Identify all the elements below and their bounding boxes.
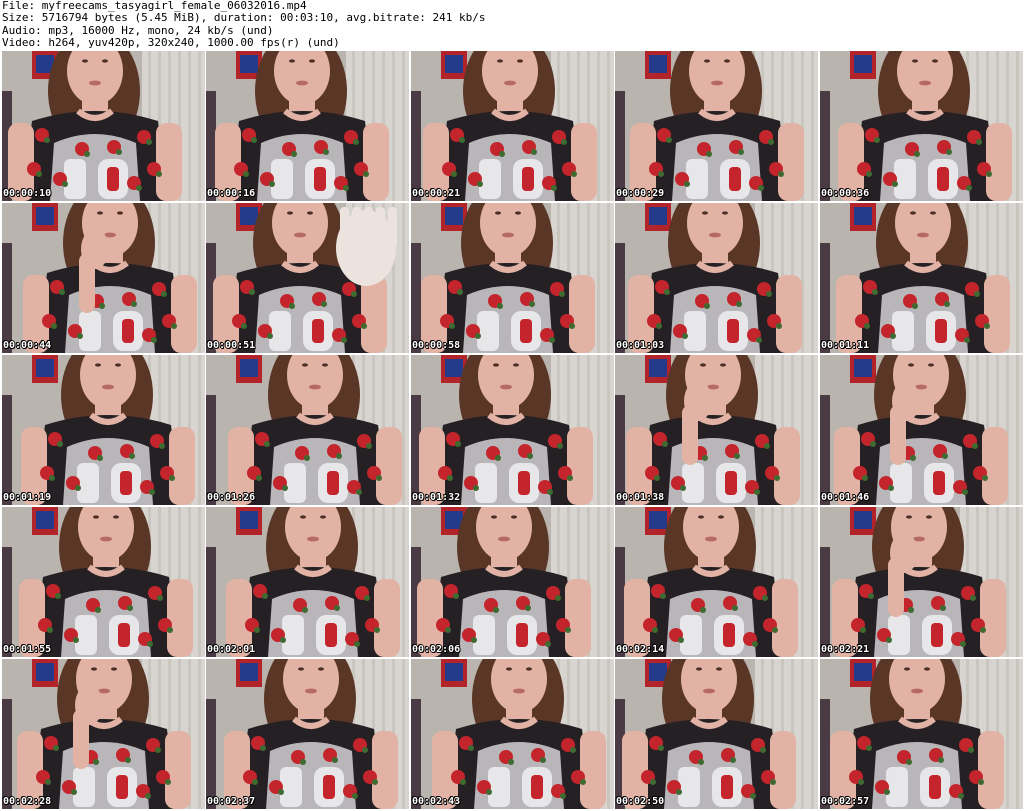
thumbnail-timestamp: 00:00:21 <box>412 188 461 199</box>
video-thumbnail: 00:00:36 <box>820 51 1023 201</box>
thumbnail-timestamp: 00:01:26 <box>207 492 256 503</box>
thumbnail-timestamp: 00:01:19 <box>3 492 52 503</box>
video-thumbnail: 00:02:43 <box>411 659 614 809</box>
webcam-frame-image <box>2 659 205 809</box>
thumbnail-timestamp: 00:01:11 <box>821 340 870 351</box>
webcam-frame-image <box>411 203 614 353</box>
thumbnail-timestamp: 00:02:14 <box>616 644 665 655</box>
video-thumbnail: 00:01:32 <box>411 355 614 505</box>
thumbnail-timestamp: 00:00:51 <box>207 340 256 351</box>
webcam-frame-image <box>820 203 1023 353</box>
webcam-frame-image <box>2 51 205 201</box>
video-thumbnail: 00:01:38 <box>615 355 818 505</box>
thumbnail-timestamp: 00:00:29 <box>616 188 665 199</box>
webcam-frame-image <box>206 507 409 657</box>
video-thumbnail: 00:02:28 <box>2 659 205 809</box>
webcam-frame-image <box>615 355 818 505</box>
webcam-frame-image <box>615 659 818 809</box>
webcam-frame-image <box>411 507 614 657</box>
video-thumbnail: 00:01:11 <box>820 203 1023 353</box>
thumbnail-timestamp: 00:01:55 <box>3 644 52 655</box>
video-thumbnail: 00:01:19 <box>2 355 205 505</box>
thumbnail-timestamp: 00:02:06 <box>412 644 461 655</box>
video-info-line: Video: h264, yuv420p, 320x240, 1000.00 f… <box>2 36 340 50</box>
thumbnail-timestamp: 00:02:37 <box>207 796 256 807</box>
video-thumbnail: 00:02:50 <box>615 659 818 809</box>
video-thumbnail: 00:00:44 <box>2 203 205 353</box>
video-thumbnail: 00:02:01 <box>206 507 409 657</box>
webcam-frame-image <box>411 355 614 505</box>
video-thumbnail: 00:01:46 <box>820 355 1023 505</box>
thumbnail-timestamp: 00:00:44 <box>3 340 52 351</box>
video-thumbnail: 00:01:03 <box>615 203 818 353</box>
webcam-frame-image <box>2 203 205 353</box>
video-thumbnail: 00:01:55 <box>2 507 205 657</box>
thumbnail-timestamp: 00:01:38 <box>616 492 665 503</box>
thumbnail-timestamp: 00:02:21 <box>821 644 870 655</box>
thumbnail-timestamp: 00:01:03 <box>616 340 665 351</box>
webcam-frame-image <box>615 51 818 201</box>
webcam-frame-image <box>206 659 409 809</box>
webcam-frame-image <box>411 51 614 201</box>
webcam-frame-image <box>206 51 409 201</box>
thumbnail-grid: 00:00:10 00:00:16 00:00:21 00:00:29 00:00:36… <box>2 51 1024 811</box>
webcam-frame-image <box>206 355 409 505</box>
thumbnail-timestamp: 00:00:58 <box>412 340 461 351</box>
webcam-frame-image <box>615 507 818 657</box>
video-thumbnail: 00:02:06 <box>411 507 614 657</box>
webcam-frame-image <box>2 355 205 505</box>
video-thumbnail: 00:00:51 <box>206 203 409 353</box>
video-thumbnail: 00:02:37 <box>206 659 409 809</box>
thumbnail-timestamp: 00:02:01 <box>207 644 256 655</box>
video-thumbnail: 00:00:21 <box>411 51 614 201</box>
webcam-frame-image <box>820 507 1023 657</box>
thumbnail-timestamp: 00:02:28 <box>3 796 52 807</box>
video-thumbnail: 00:02:57 <box>820 659 1023 809</box>
video-thumbnail: 00:00:29 <box>615 51 818 201</box>
webcam-frame-image <box>820 51 1023 201</box>
webcam-frame-image <box>820 355 1023 505</box>
thumbnail-timestamp: 00:00:36 <box>821 188 870 199</box>
video-thumbnail: 00:00:10 <box>2 51 205 201</box>
file-info-header: File: myfreecams_tasyagirl_female_060320… <box>2 0 1022 50</box>
webcam-frame-image <box>206 203 409 353</box>
file-size-line: Size: 5716794 bytes (5.45 MiB), duration… <box>2 11 486 25</box>
thumbnail-timestamp: 00:00:16 <box>207 188 256 199</box>
webcam-frame-image <box>615 203 818 353</box>
thumbnail-timestamp: 00:02:43 <box>412 796 461 807</box>
thumbnail-timestamp: 00:02:57 <box>821 796 870 807</box>
video-thumbnail: 00:01:26 <box>206 355 409 505</box>
thumbnail-timestamp: 00:01:32 <box>412 492 461 503</box>
video-thumbnail: 00:00:16 <box>206 51 409 201</box>
thumbnail-timestamp: 00:01:46 <box>821 492 870 503</box>
webcam-frame-image <box>820 659 1023 809</box>
thumbnail-timestamp: 00:00:10 <box>3 188 52 199</box>
video-thumbnail: 00:02:21 <box>820 507 1023 657</box>
video-thumbnail: 00:02:14 <box>615 507 818 657</box>
webcam-frame-image <box>411 659 614 809</box>
video-thumbnail: 00:00:58 <box>411 203 614 353</box>
webcam-frame-image <box>2 507 205 657</box>
thumbnail-timestamp: 00:02:50 <box>616 796 665 807</box>
